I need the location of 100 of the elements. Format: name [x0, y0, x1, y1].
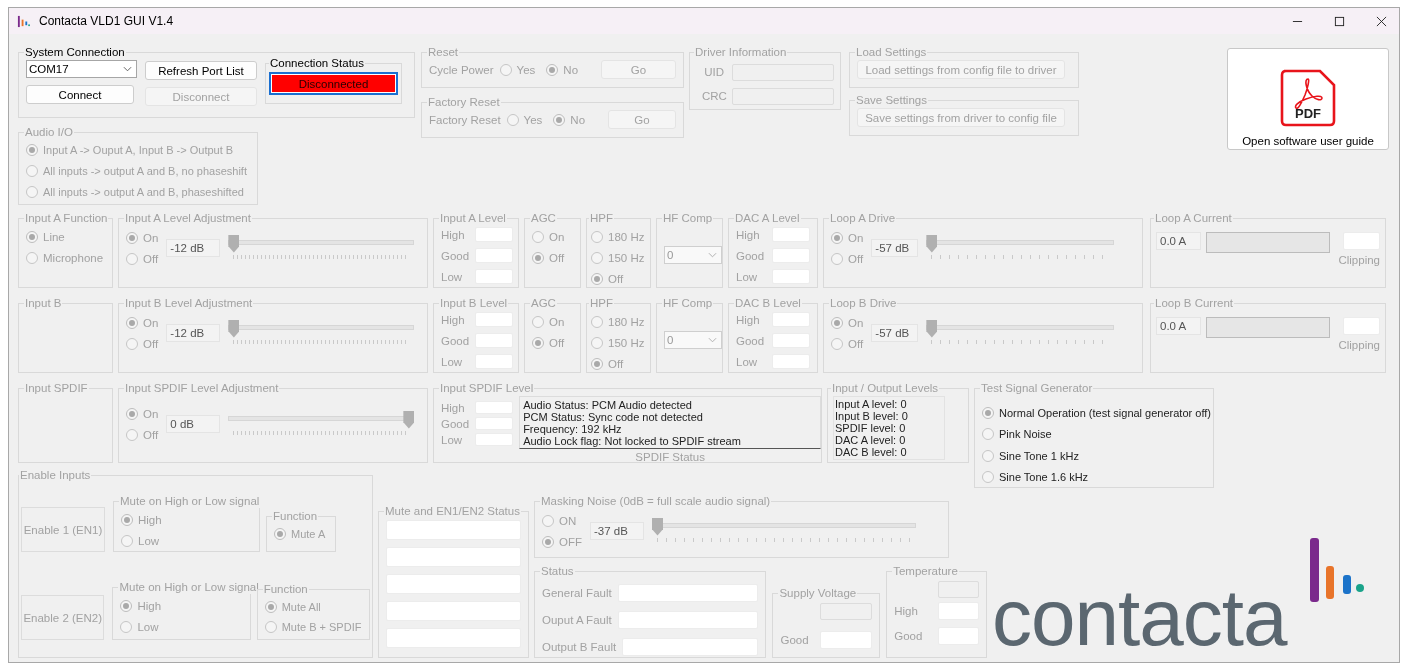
- group-title: Input A Function: [24, 211, 109, 225]
- group-title: System Connection: [24, 45, 126, 59]
- level-label: Low: [441, 433, 464, 446]
- field-label: Output B Fault: [542, 640, 617, 653]
- group-title: Input A Level: [439, 211, 507, 225]
- group-title: Connection Status: [269, 56, 365, 70]
- field-label: Cycle Power: [429, 63, 494, 76]
- group-title: Input B: [24, 296, 63, 310]
- chevron-icon: [123, 66, 132, 72]
- field-label: Ouput A Fault: [542, 613, 612, 626]
- group-title: Test Signal Generator: [980, 381, 1094, 395]
- group-title: Input SPDIF Level: [439, 381, 535, 395]
- group-title: Masking Noise (0dB = full scale audio signal): [540, 494, 772, 508]
- group-title: Status: [540, 564, 575, 578]
- group-title: Loop A Drive: [829, 211, 897, 225]
- group-title: Driver Information: [694, 45, 788, 59]
- status-line: PCM Status: Sync code not detected: [523, 411, 704, 423]
- group-title: Load Settings: [855, 45, 928, 59]
- group-title: Reset: [427, 45, 460, 59]
- group-title: Mute and EN1/EN2 Status: [384, 504, 521, 518]
- group-title: AGC: [530, 296, 557, 310]
- status-line: Frequency: 192 kHz: [523, 423, 623, 435]
- level-label: Good: [736, 249, 766, 262]
- radio-button[interactable]: Pink Noise: [982, 423, 1052, 445]
- field-label: Factory Reset: [429, 113, 501, 126]
- clipping-label: Clipping: [1338, 254, 1380, 266]
- maximize-icon[interactable]: [1334, 15, 1345, 27]
- radio-button[interactable]: Normal Operation (test signal generator off): [982, 402, 1211, 424]
- panel-caption: SPDIF Status: [635, 451, 705, 463]
- level-label: Low: [441, 270, 464, 283]
- enable-label: Enable 2 (EN2): [21, 595, 105, 640]
- group-title: Supply Voltage: [778, 586, 858, 600]
- group-title: AGC: [530, 211, 557, 225]
- field-label: Good: [780, 633, 809, 646]
- group-title: Loop A Current: [1154, 211, 1233, 225]
- level-label: Low: [441, 355, 464, 368]
- connection-status-indicator: Disconnected: [271, 74, 396, 93]
- group-title: HF Comp: [662, 296, 714, 310]
- status-line: Audio Status: PCM Audio detected: [523, 399, 693, 411]
- enable-label: Enable 1 (EN1): [21, 507, 105, 552]
- field-label: High: [894, 604, 918, 617]
- chevron-icon: [708, 252, 717, 258]
- field-label: CRC: [702, 90, 724, 102]
- logo-icon: [17, 14, 30, 28]
- group-title: Function: [272, 509, 319, 523]
- noise-readout: -37 dB: [590, 521, 644, 540]
- connect-button[interactable]: Connect: [26, 85, 134, 104]
- level-label: Good: [441, 417, 470, 430]
- current-readout: 0.0 A: [1156, 317, 1201, 335]
- group-title: Mute on High or Low signal: [118, 580, 260, 594]
- drive-readout: -57 dB: [871, 238, 919, 257]
- group-title: Input A Level Adjustment: [124, 211, 252, 225]
- field-label: General Fault: [542, 586, 612, 599]
- level-line: DAC B level: 0: [835, 446, 908, 458]
- refresh-port-list-button[interactable]: Refresh Port List: [145, 61, 257, 80]
- level-label: Low: [736, 355, 759, 368]
- group-title: Input B Level: [439, 296, 509, 310]
- level-label: High: [441, 401, 466, 414]
- level-readout: 0 dB: [166, 414, 221, 433]
- close-icon[interactable]: [1376, 15, 1387, 27]
- group-title: HPF: [589, 211, 614, 225]
- group-title: Input SPDIF Level Adjustment: [124, 381, 280, 395]
- group-title: Temperature: [892, 564, 959, 578]
- level-readout: -12 dB: [166, 238, 221, 257]
- logo-text: contacta: [992, 578, 1287, 658]
- level-readout: -12 dB: [166, 323, 221, 342]
- port-dropdown[interactable]: COM17: [26, 60, 137, 78]
- level-label: Good: [736, 334, 766, 347]
- group-title: Factory Reset: [427, 95, 501, 109]
- group-title: Function: [262, 582, 309, 596]
- level-label: High: [736, 228, 761, 241]
- level-line: SPDIF level: 0: [835, 422, 907, 434]
- status-line: Audio Lock flag: Not locked to SPDIF stream: [523, 435, 742, 447]
- user-guide-button[interactable]: PDF Open software user guide: [1227, 48, 1389, 150]
- chevron-icon: [708, 337, 717, 343]
- group-title: Input / Output Levels: [831, 381, 940, 395]
- group-title: Enable Inputs: [19, 468, 92, 482]
- group-title: Mute on High or Low signal: [119, 494, 261, 508]
- group-title: Loop B Current: [1154, 296, 1234, 310]
- current-readout: 0.0 A: [1156, 232, 1201, 250]
- drive-readout: -57 dB: [871, 323, 919, 342]
- level-line: Input B level: 0: [835, 410, 909, 422]
- group-title: DAC A Level: [734, 211, 801, 225]
- radio-button[interactable]: Sine Tone 1 kHz: [982, 445, 1079, 467]
- level-label: Good: [441, 334, 470, 347]
- radio-button[interactable]: Sine Tone 1.6 kHz: [982, 466, 1089, 488]
- field-label: Good: [894, 629, 923, 642]
- clipping-label: Clipping: [1338, 339, 1380, 351]
- level-label: High: [441, 313, 466, 326]
- level-label: Good: [441, 249, 470, 262]
- level-line: DAC A level: 0: [835, 434, 907, 446]
- group-title: DAC B Level: [734, 296, 802, 310]
- group-title: Loop B Drive: [829, 296, 898, 310]
- window-title: Contacta VLD1 GUI V1.4: [39, 14, 174, 28]
- level-label: High: [736, 313, 761, 326]
- field-label: UID: [703, 66, 724, 78]
- level-label: High: [441, 228, 466, 241]
- group-title: Audio I/O: [24, 125, 74, 139]
- group-title: HF Comp: [662, 211, 714, 225]
- group-title: Input SPDIF: [24, 381, 89, 395]
